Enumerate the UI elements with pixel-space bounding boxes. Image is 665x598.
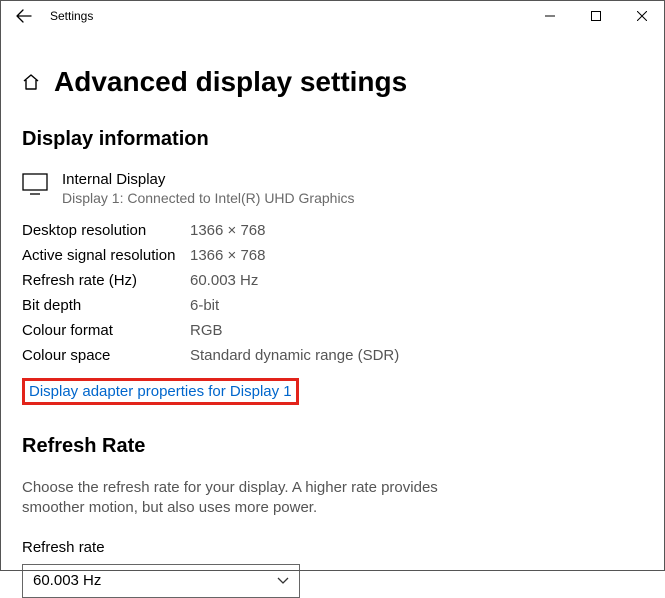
minimize-icon xyxy=(545,11,555,21)
monitor-icon xyxy=(22,173,48,200)
titlebar: Settings xyxy=(0,0,665,32)
refresh-rate-selected: 60.003 Hz xyxy=(33,572,101,589)
page-header: Advanced display settings xyxy=(22,66,643,98)
row-active-signal-resolution: Active signal resolution 1366 × 768 xyxy=(22,247,643,264)
display-connection: Display 1: Connected to Intel(R) UHD Gra… xyxy=(62,190,355,206)
row-colour-space: Colour space Standard dynamic range (SDR… xyxy=(22,347,643,364)
label: Colour format xyxy=(22,322,190,339)
window-controls xyxy=(527,0,665,32)
display-name: Internal Display xyxy=(62,171,355,188)
close-icon xyxy=(637,11,647,21)
maximize-button[interactable] xyxy=(573,0,619,32)
close-button[interactable] xyxy=(619,0,665,32)
back-button[interactable] xyxy=(8,0,40,32)
value: RGB xyxy=(190,322,223,339)
highlight-box: Display adapter properties for Display 1 xyxy=(22,378,299,405)
label: Colour space xyxy=(22,347,190,364)
section-title-display-info: Display information xyxy=(22,128,643,151)
arrow-left-icon xyxy=(16,8,32,24)
home-icon[interactable] xyxy=(22,73,40,91)
label: Active signal resolution xyxy=(22,247,190,264)
refresh-rate-field-label: Refresh rate xyxy=(22,539,643,556)
label: Desktop resolution xyxy=(22,222,190,239)
row-colour-format: Colour format RGB xyxy=(22,322,643,339)
value: 6-bit xyxy=(190,297,219,314)
refresh-rate-dropdown[interactable]: 60.003 Hz xyxy=(22,564,300,598)
label: Refresh rate (Hz) xyxy=(22,272,190,289)
display-adapter-properties-link[interactable]: Display adapter properties for Display 1 xyxy=(25,381,296,402)
label: Bit depth xyxy=(22,297,190,314)
content-area: Advanced display settings Display inform… xyxy=(0,32,665,598)
refresh-rate-description: Choose the refresh rate for your display… xyxy=(22,478,462,519)
section-title-refresh-rate: Refresh Rate xyxy=(22,435,643,458)
chevron-down-icon xyxy=(277,577,289,585)
value: 1366 × 768 xyxy=(190,247,266,264)
value: Standard dynamic range (SDR) xyxy=(190,347,399,364)
value: 1366 × 768 xyxy=(190,222,266,239)
maximize-icon xyxy=(591,11,601,21)
display-summary: Internal Display Display 1: Connected to… xyxy=(22,171,643,206)
row-refresh-rate: Refresh rate (Hz) 60.003 Hz xyxy=(22,272,643,289)
row-bit-depth: Bit depth 6-bit xyxy=(22,297,643,314)
value: 60.003 Hz xyxy=(190,272,258,289)
page-title: Advanced display settings xyxy=(54,66,407,98)
row-desktop-resolution: Desktop resolution 1366 × 768 xyxy=(22,222,643,239)
minimize-button[interactable] xyxy=(527,0,573,32)
window-title: Settings xyxy=(50,9,93,23)
